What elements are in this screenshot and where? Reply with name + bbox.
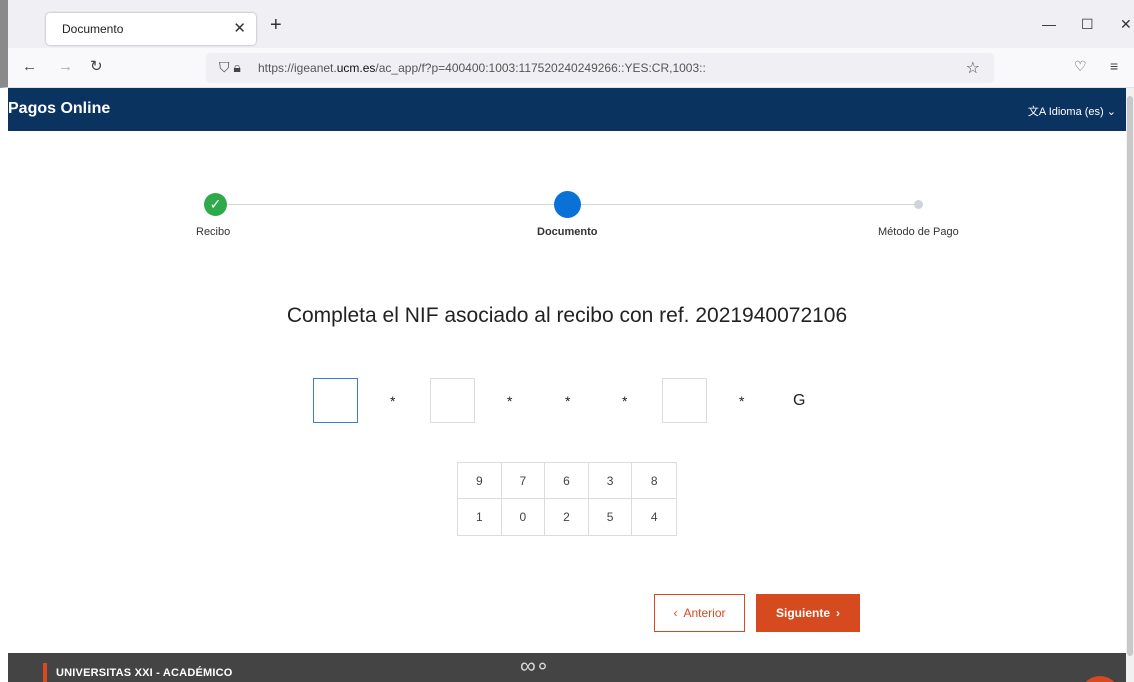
nif-question: Completa el NIF asociado al recibo con r… [286, 304, 848, 327]
reload-icon[interactable]: ↻ [90, 58, 103, 76]
keypad-key[interactable]: 2 [545, 499, 589, 535]
nif-masked-char: * [622, 393, 628, 409]
keypad-key[interactable]: 9 [458, 463, 502, 499]
scroll-thumb[interactable] [1127, 96, 1133, 656]
next-button-label: Siguiente [775, 606, 830, 620]
browser-nav-bar: ← → ↻ ⛉ 🔒︎ https://igeanet.ucm.es/ac_app… [0, 48, 1134, 88]
brand-title: Pagos Online [8, 100, 111, 117]
chevron-down-icon: ⌄ [1106, 106, 1116, 118]
pocket-icon[interactable]: ♡ [1074, 58, 1087, 75]
progress-stepper: ✓ Recibo Documento Método de Pago [8, 150, 1126, 250]
check-icon: ✓ [204, 193, 227, 216]
footer-text: UNIVERSITAS XXI - ACADÉMICO [56, 667, 233, 679]
footer: UNIVERSITAS XXI - ACADÉMICO ∞∘ [8, 653, 1126, 682]
step-connector [216, 204, 568, 205]
nif-digit-input[interactable] [430, 378, 475, 423]
back-icon[interactable]: ← [22, 58, 37, 76]
nif-letter: G [793, 392, 806, 409]
address-bar[interactable]: ⛉ 🔒︎ https://igeanet.ucm.es/ac_app/f?p=4… [206, 53, 994, 83]
step-label-documento: Documento [537, 226, 598, 238]
browser-tab[interactable]: Documento ✕ [46, 13, 256, 45]
previous-button-label: Anterior [683, 606, 726, 620]
step-label-metodo-pago: Método de Pago [878, 226, 959, 238]
next-button[interactable]: Siguiente › [756, 594, 860, 632]
keypad-key[interactable]: 3 [588, 463, 633, 499]
tab-close-icon[interactable]: ✕ [233, 19, 246, 37]
shield-lock-icon: ⛉ 🔒︎ [219, 59, 241, 75]
nif-digit-input[interactable] [313, 378, 358, 423]
keypad-key[interactable]: 6 [545, 463, 589, 499]
language-selector[interactable]: 文A Idioma (es) ⌄ [1028, 103, 1116, 119]
footer-accent-bar [43, 663, 47, 682]
nif-input-row: * * * * * G [0, 378, 1134, 424]
menu-icon[interactable]: ≡ [1110, 58, 1118, 74]
step-pending-dot [914, 200, 923, 209]
keypad-key[interactable]: 7 [501, 463, 546, 499]
url-text: https://igeanet.ucm.es/ac_app/f?p=400400… [258, 61, 706, 75]
keypad-key[interactable]: 5 [589, 499, 633, 535]
chevron-left-icon: ‹ [673, 606, 678, 620]
forward-icon[interactable]: → [58, 58, 73, 76]
nif-digit-input[interactable] [662, 378, 707, 423]
previous-button[interactable]: ‹ Anterior [654, 594, 745, 632]
browser-tab-bar: Documento ✕ + — ☐ ✕ [0, 0, 1134, 48]
keypad-key[interactable]: 4 [632, 499, 676, 535]
keypad-key[interactable]: 1 [458, 499, 502, 535]
step-label-recibo: Recibo [196, 226, 231, 238]
maximize-icon[interactable]: ☐ [1081, 17, 1094, 31]
close-window-icon[interactable]: ✕ [1120, 17, 1132, 31]
app-header: Pagos Online 文A Idioma (es) ⌄ [8, 88, 1126, 131]
chevron-right-icon: › [836, 606, 840, 620]
step-active-dot [554, 191, 581, 218]
minimize-icon[interactable]: — [1042, 17, 1056, 31]
nif-masked-char: * [390, 393, 396, 409]
keypad-key[interactable]: 8 [632, 463, 676, 499]
step-connector [568, 204, 920, 205]
translate-icon: 文A [1027, 106, 1046, 118]
virtual-keypad: 9 7 6 3 8 1 0 2 5 4 [457, 462, 677, 536]
keypad-key[interactable]: 0 [502, 499, 546, 535]
nif-masked-char: * [565, 393, 571, 409]
bookmark-star-icon[interactable]: ☆ [966, 58, 980, 78]
nif-masked-char: * [507, 393, 513, 409]
nif-masked-char: * [739, 393, 745, 409]
tab-title: Documento [62, 22, 124, 36]
universitas-logo-icon: ∞∘ [520, 653, 550, 678]
new-tab-icon[interactable]: + [270, 15, 282, 35]
